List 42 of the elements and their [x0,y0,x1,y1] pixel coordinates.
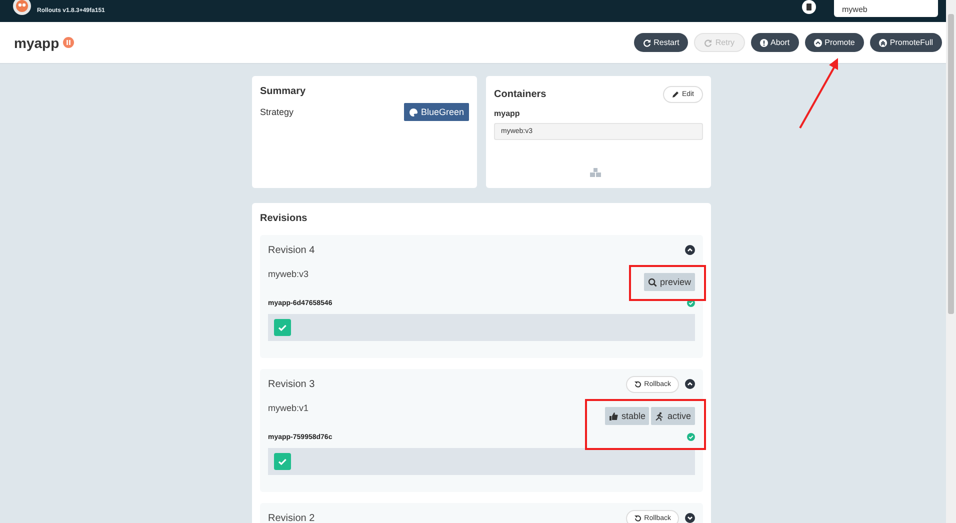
scrollbar-thumb[interactable] [948,14,954,314]
undo-icon [634,514,642,522]
chevron-icon[interactable] [685,513,695,523]
refresh-icon [704,38,712,46]
refresh-icon [642,38,651,46]
search-field[interactable]: myweb [834,0,938,17]
revision-title: Revision 2 [268,512,315,523]
octopus-logo-icon [12,0,32,16]
arrow-circle-icon [878,38,887,46]
action-button[interactable]: Restart [634,33,688,52]
status-badge: preview [644,273,695,291]
image-tag-text: myweb:v1 [268,403,309,413]
book-icon[interactable] [802,0,816,14]
chevron-icon[interactable] [685,379,695,389]
pod-check-icon[interactable] [274,453,291,470]
revision-title: Revision 3 [268,378,315,390]
action-button[interactable]: PromoteFull [870,33,942,52]
undo-icon [634,380,642,388]
running-figure-icon [655,412,664,420]
action-button[interactable]: Abort [750,33,799,52]
boxes-icon [590,168,601,177]
scrollbar[interactable] [946,0,956,523]
pod-check-icon[interactable] [274,319,291,336]
palette-icon [408,108,418,116]
page-title: myapp [14,34,60,50]
thumbs-up-icon [609,412,618,420]
container-name: myapp [494,109,521,118]
action-button[interactable]: Promote [804,33,864,52]
exclamation-icon [760,38,768,46]
status-badge: active [651,407,695,425]
card-title: Revisions [260,213,308,224]
strategy-label: Strategy [260,107,294,117]
search-icon [648,278,657,286]
pencil-icon [672,91,679,98]
revision-title: Revision 4 [268,244,315,256]
arrow-circle-icon [814,38,822,46]
chevron-icon[interactable] [685,245,695,255]
status-badge: stable [605,407,650,425]
card-title: Summary [260,86,307,97]
card-title: Containers [494,89,546,100]
strategy-tag: BlueGreen [404,103,469,121]
image-tag-text: myweb:v3 [268,269,309,279]
